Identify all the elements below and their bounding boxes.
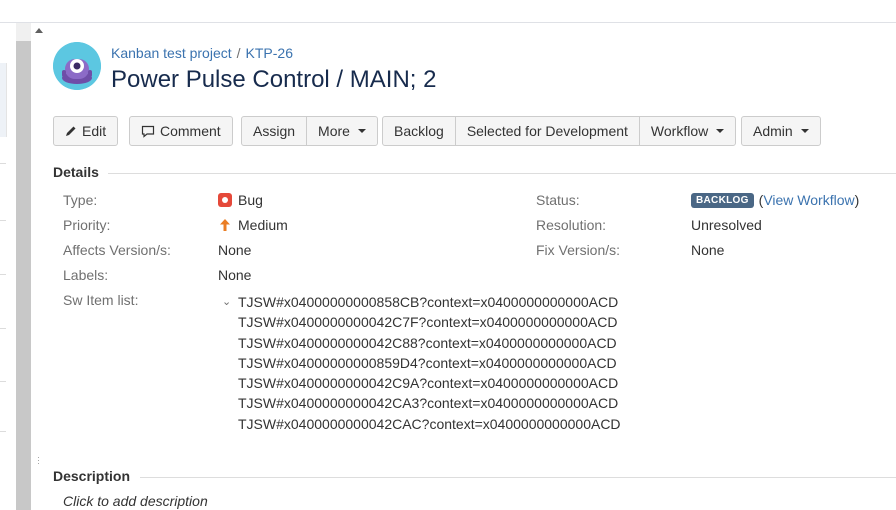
selected-for-development-button[interactable]: Selected for Development [456, 117, 640, 145]
view-workflow-close-paren: ) [854, 192, 860, 208]
labels-value[interactable]: None [218, 267, 251, 283]
sidebar-divider [0, 274, 6, 275]
sw-item[interactable]: TJSW#x0400000000042C7F?context=x04000000… [222, 312, 621, 332]
project-avatar-icon [53, 42, 101, 90]
comment-button[interactable]: Comment [130, 117, 232, 145]
comment-button-label: Comment [160, 123, 221, 139]
affects-versions-label: Affects Version/s: [63, 242, 171, 258]
chevron-down-icon[interactable]: ⌄ [222, 292, 238, 312]
breadcrumb-issue-key-link[interactable]: KTP-26 [246, 45, 293, 61]
top-bar [0, 0, 896, 23]
more-button-label: More [318, 123, 350, 139]
type-value: Bug [218, 192, 263, 208]
sidebar-resize-handle[interactable]: · · · [37, 453, 40, 468]
arrow-up-icon [220, 219, 230, 231]
sw-item-list: ⌄ TJSW#x04000000000858CB?context=x0400000… [222, 292, 621, 434]
assign-more-group: Assign More [241, 116, 378, 146]
assign-button[interactable]: Assign [242, 117, 308, 145]
sidebar-divider [0, 431, 6, 432]
view-workflow-container: (View Workflow) [759, 192, 860, 208]
sidebar-divider [0, 328, 6, 329]
sw-item-text: TJSW#x0400000000042C7F?context=x04000000… [238, 314, 618, 331]
chevron-down-icon [716, 129, 725, 133]
edit-button[interactable]: Edit [54, 117, 117, 145]
sw-item[interactable]: TJSW#x04000000000859D4?context=x04000000… [222, 353, 621, 373]
affects-versions-value: None [218, 242, 252, 258]
assign-button-label: Assign [253, 123, 296, 139]
chevron-down-icon [800, 129, 809, 133]
project-avatar[interactable] [53, 42, 101, 90]
chevron-down-icon [357, 129, 366, 133]
admin-group: Admin [741, 116, 821, 146]
sw-item[interactable]: ⌄ TJSW#x04000000000858CB?context=x0400000… [222, 292, 621, 312]
sw-item-text: TJSW#x0400000000042CAC?context=x04000000… [238, 415, 621, 432]
sw-item[interactable]: TJSW#x0400000000042CA3?context=x04000000… [222, 393, 621, 413]
backlog-button-label: Backlog [394, 123, 444, 139]
priority-value: Medium [218, 217, 288, 233]
backlog-transition-button[interactable]: Backlog [383, 117, 456, 145]
breadcrumb-project-link[interactable]: Kanban test project [111, 45, 232, 61]
status-badge: BACKLOG [691, 192, 754, 208]
sw-item-text: TJSW#x0400000000042C9A?context=x04000000… [238, 375, 619, 392]
sw-item[interactable]: TJSW#x0400000000042C88?context=x04000000… [222, 333, 621, 353]
comment-button-group: Comment [129, 116, 233, 146]
sw-item-text: TJSW#x0400000000042CA3?context=x04000000… [238, 395, 619, 412]
view-workflow-link[interactable]: View Workflow [763, 192, 854, 208]
priority-label: Priority: [63, 217, 111, 233]
description-placeholder[interactable]: Click to add description [63, 493, 208, 509]
bug-icon [218, 193, 232, 207]
breadcrumb: Kanban test project / KTP-26 [111, 45, 293, 61]
scrollbar-thumb[interactable] [16, 41, 31, 510]
breadcrumb-separator: / [236, 45, 241, 61]
workflow-dropdown-button[interactable]: Workflow [640, 117, 735, 145]
edit-button-label: Edit [82, 123, 107, 139]
more-button[interactable]: More [307, 117, 377, 145]
scrollbar-up-button[interactable] [16, 23, 43, 41]
admin-button-label: Admin [753, 123, 793, 139]
resolution-value: Unresolved [691, 217, 762, 233]
sw-item[interactable]: TJSW#x0400000000042CAC?context=x04000000… [222, 414, 621, 434]
pencil-icon [66, 126, 76, 136]
fix-versions-label: Fix Version/s: [536, 242, 621, 258]
labels-label: Labels: [63, 267, 109, 283]
sw-item-text: TJSW#x04000000000858CB?context=x04000000… [238, 294, 619, 310]
sidebar-highlight [0, 63, 7, 137]
sidebar-divider [0, 381, 6, 382]
sw-item[interactable]: TJSW#x0400000000042C9A?context=x04000000… [222, 373, 621, 393]
description-divider [140, 477, 896, 478]
resolution-label: Resolution: [536, 217, 607, 233]
status-value: BACKLOG (View Workflow) [691, 192, 859, 208]
sw-item-text: TJSW#x0400000000042C88?context=x04000000… [238, 334, 617, 351]
sidebar-divider [0, 163, 6, 164]
selected-for-development-label: Selected for Development [466, 123, 628, 139]
issue-title[interactable]: Power Pulse Control / MAIN; 2 [111, 66, 436, 94]
description-heading[interactable]: Description [53, 468, 130, 484]
sw-item-text: TJSW#x04000000000859D4?context=x04000000… [238, 354, 617, 371]
fix-versions-value: None [691, 242, 725, 258]
priority-value-text: Medium [238, 217, 288, 233]
details-heading[interactable]: Details [53, 164, 99, 180]
details-divider [108, 173, 896, 174]
sidebar-divider [0, 220, 6, 221]
left-sidebar [0, 23, 43, 510]
workflow-button-label: Workflow [650, 123, 709, 139]
admin-dropdown-button[interactable]: Admin [742, 117, 820, 145]
sw-item-list-label: Sw Item list: [63, 292, 139, 308]
workflow-transitions-group: Backlog Selected for Development Workflo… [382, 116, 737, 146]
type-value-text: Bug [238, 192, 263, 208]
edit-button-group: Edit [53, 116, 119, 146]
comment-icon [141, 125, 155, 138]
type-label: Type: [63, 192, 98, 208]
status-label: Status: [536, 192, 580, 208]
